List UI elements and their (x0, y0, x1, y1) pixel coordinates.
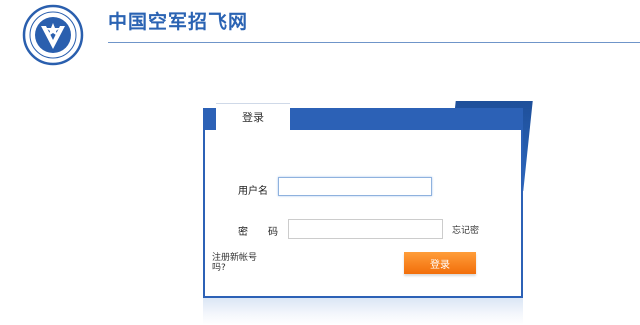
site-title: 中国空军招飞网 (108, 11, 249, 33)
register-link[interactable]: 注册新帐号吗? (212, 253, 260, 273)
forgot-password-link[interactable]: 忘记密 (452, 223, 479, 236)
header-divider (108, 42, 640, 43)
username-input[interactable] (278, 177, 432, 196)
site-logo (20, 4, 86, 66)
login-button[interactable]: 登录 (404, 252, 476, 274)
air-force-emblem-icon (22, 4, 84, 66)
tab-login[interactable]: 登录 (216, 103, 290, 132)
password-input[interactable] (288, 219, 443, 239)
username-label: 用户名 (238, 186, 268, 197)
login-panel-shadow (203, 298, 523, 325)
password-label: 密 码 (238, 227, 278, 238)
